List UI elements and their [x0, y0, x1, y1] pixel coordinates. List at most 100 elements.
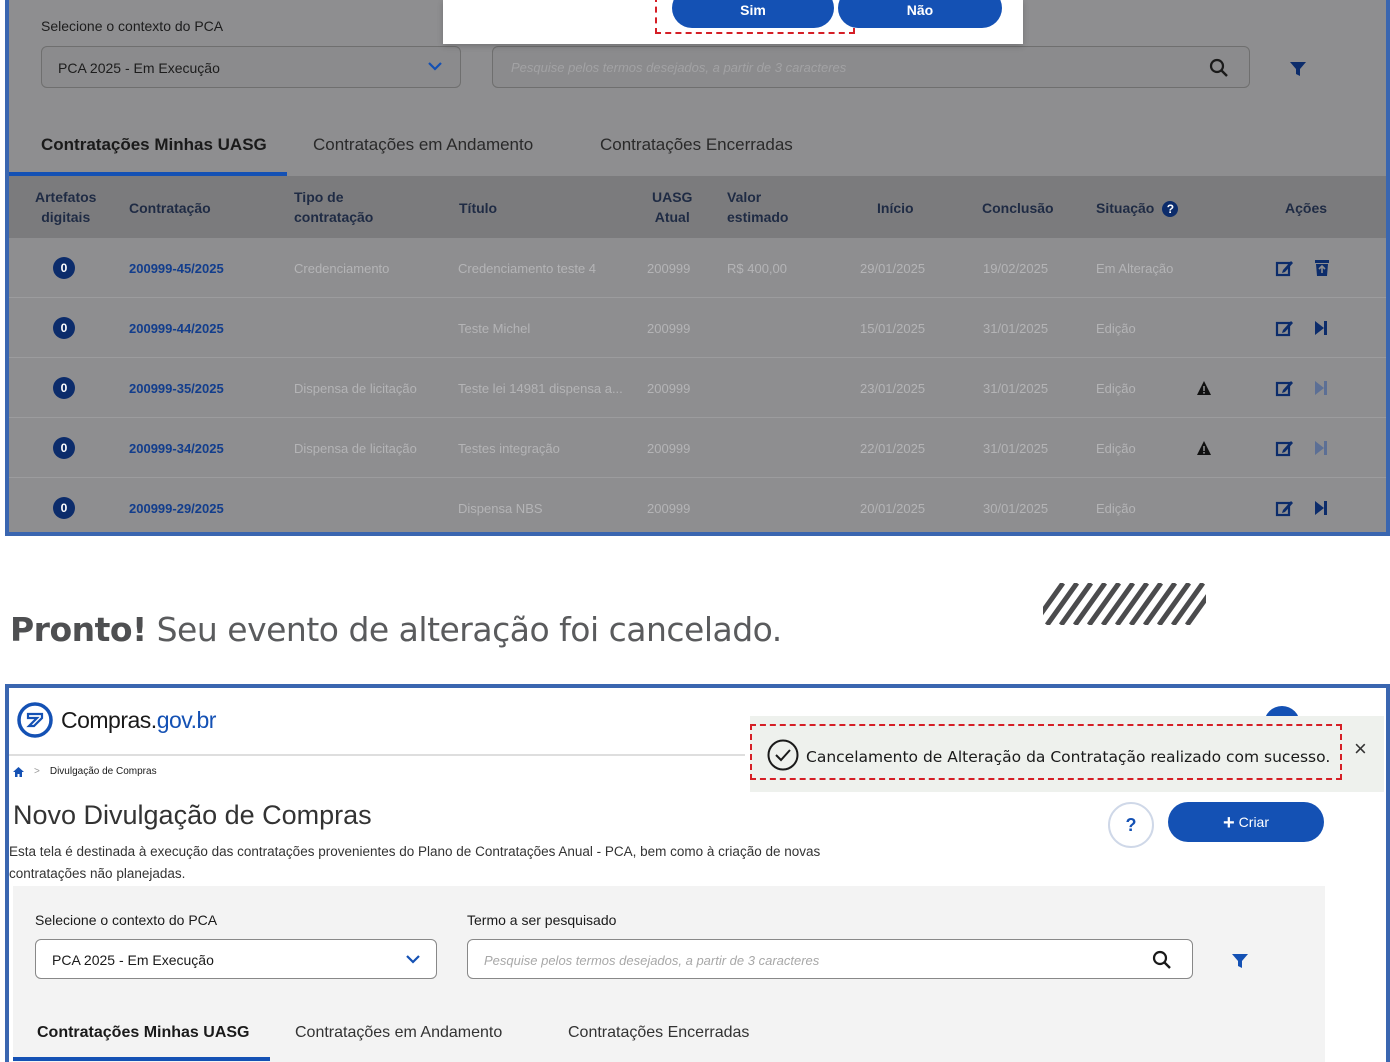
conclusao-cell: 19/02/2025: [983, 261, 1049, 276]
search-icon[interactable]: [1152, 950, 1172, 970]
table-row: 0 200999-34/2025 Dispensa de licitação T…: [9, 418, 1386, 478]
filter-area: Selecione o contexto do PCA Termo a ser …: [13, 886, 1325, 1004]
search-input[interactable]: Pesquise pelos termos desejados, a parti…: [492, 46, 1250, 88]
header-divider: [9, 754, 745, 756]
conclusao-cell: 30/01/2025: [983, 501, 1049, 516]
artifacts-badge[interactable]: 0: [53, 257, 75, 279]
yes-button[interactable]: Sim: [672, 0, 834, 28]
tab-minhas-uasg[interactable]: Contratações Minhas UASG: [37, 1024, 249, 1042]
edit-icon[interactable]: [1275, 438, 1295, 458]
uasg-cell: 200999: [647, 261, 691, 276]
situacao-cell: Em Alteração: [1096, 261, 1174, 276]
plus-icon: +: [1222, 812, 1235, 834]
tab-encerradas[interactable]: Contratações Encerradas: [600, 135, 793, 155]
situacao-cell: Edição: [1096, 501, 1136, 516]
tab-bar: Contratações Minhas UASG Contratações em…: [9, 122, 1386, 176]
contratacao-link[interactable]: 200999-29/2025: [129, 501, 224, 516]
search-placeholder: Pesquise pelos termos desejados, a parti…: [511, 60, 847, 75]
chevron-down-icon: [428, 62, 442, 71]
table-row: 0 200999-45/2025 Credenciamento Credenci…: [9, 238, 1386, 298]
check-circle-icon: [767, 739, 799, 771]
active-tab-underline: [13, 1057, 270, 1061]
situacao-cell: Edição: [1096, 441, 1136, 456]
delete-icon[interactable]: [1313, 258, 1331, 278]
contratacao-link[interactable]: 200999-44/2025: [129, 321, 224, 336]
edit-icon[interactable]: [1275, 318, 1295, 338]
hatch-decoration: [1043, 583, 1206, 625]
edit-icon[interactable]: [1275, 378, 1295, 398]
titulo-cell: Credenciamento teste 4: [458, 261, 597, 276]
warning-icon: [1197, 441, 1211, 455]
forward-icon[interactable]: [1313, 318, 1329, 338]
breadcrumb-current[interactable]: Divulgação de Compras: [50, 766, 157, 777]
search-label: Termo a ser pesquisado: [467, 912, 617, 928]
status-message-bold: Pronto!: [10, 610, 147, 649]
table-row: 0 200999-29/2025 Dispensa NBS 200999 20/…: [9, 478, 1386, 532]
no-button[interactable]: Não: [838, 0, 1002, 28]
col-inicio: Início: [877, 200, 914, 216]
tipo-cell: Credenciamento: [294, 261, 390, 276]
forward-icon[interactable]: [1313, 378, 1329, 398]
valor-cell: R$ 400,00: [727, 261, 787, 276]
search-icon[interactable]: [1209, 58, 1229, 78]
context-select[interactable]: PCA 2025 - Em Execução: [35, 939, 437, 979]
tipo-cell: Dispensa de licitação: [294, 441, 417, 456]
context-label: Selecione o contexto do PCA: [41, 18, 224, 34]
tab-em-andamento[interactable]: Contratações em Andamento: [295, 1024, 502, 1042]
titulo-cell: Testes integração: [458, 441, 560, 456]
forward-icon[interactable]: [1313, 438, 1329, 458]
edit-icon[interactable]: [1275, 498, 1295, 518]
filter-icon[interactable]: [1231, 952, 1249, 970]
inicio-cell: 23/01/2025: [860, 381, 926, 396]
context-select[interactable]: PCA 2025 - Em Execução: [41, 46, 461, 88]
table-header: Artefatos digitais Contratação Tipo de con…: [9, 176, 1386, 238]
table-row: 0 200999-35/2025 Dispensa de licitação T…: [9, 358, 1386, 418]
success-toast: Cancelamento de Alteração da Contratação…: [750, 716, 1384, 792]
help-button[interactable]: ?: [1108, 802, 1154, 848]
titulo-cell: Dispensa NBS: [458, 501, 543, 516]
brand-logo-icon: [17, 702, 53, 738]
col-uasg: UASG Atual: [652, 189, 693, 225]
artifacts-badge[interactable]: 0: [53, 317, 75, 339]
inicio-cell: 20/01/2025: [860, 501, 926, 516]
search-input[interactable]: Pesquise pelos termos desejados, a parti…: [467, 939, 1193, 979]
tipo-cell: Dispensa de licitação: [294, 381, 417, 396]
col-contratacao: Contratação: [129, 200, 211, 216]
conclusao-cell: 31/01/2025: [983, 321, 1049, 336]
uasg-cell: 200999: [647, 441, 691, 456]
breadcrumb-separator: >: [34, 766, 40, 777]
forward-icon[interactable]: [1313, 498, 1329, 518]
contratacao-link[interactable]: 200999-35/2025: [129, 381, 224, 396]
inicio-cell: 15/01/2025: [860, 321, 926, 336]
tab-encerradas[interactable]: Contratações Encerradas: [568, 1024, 749, 1042]
tab-em-andamento[interactable]: Contratações em Andamento: [313, 135, 533, 155]
artifacts-badge[interactable]: 0: [53, 437, 75, 459]
status-message-text: Seu evento de alteração foi cancelado.: [146, 610, 783, 649]
conclusao-cell: 31/01/2025: [983, 381, 1049, 396]
situacao-cell: Edição: [1096, 321, 1136, 336]
help-icon[interactable]: ?: [1162, 201, 1179, 217]
tab-minhas-uasg[interactable]: Contratações Minhas UASG: [41, 135, 267, 155]
breadcrumb: > Divulgação de Compras: [13, 766, 157, 777]
top-screenshot: Selecione o contexto do PCA PCA 2025 - E…: [5, 0, 1390, 536]
close-icon[interactable]: ×: [1354, 736, 1367, 762]
brand[interactable]: Compras.gov.br: [15, 698, 216, 742]
toast-message: Cancelamento de Alteração da Contratação…: [806, 748, 1331, 766]
artifacts-badge[interactable]: 0: [53, 497, 75, 519]
filter-icon[interactable]: [1289, 60, 1307, 78]
uasg-cell: 200999: [647, 321, 691, 336]
col-acoes: Ações: [1285, 200, 1328, 216]
artifacts-badge[interactable]: 0: [53, 377, 75, 399]
context-label: Selecione o contexto do PCA: [35, 912, 218, 928]
col-artefatos: Artefatos digitais: [35, 189, 97, 225]
contratacao-link[interactable]: 200999-45/2025: [129, 261, 224, 276]
contratacao-link[interactable]: 200999-34/2025: [129, 441, 224, 456]
create-button[interactable]: + Criar: [1168, 802, 1324, 842]
titulo-cell: Teste Michel: [458, 321, 531, 336]
edit-icon[interactable]: [1275, 258, 1295, 278]
home-icon[interactable]: [13, 766, 24, 777]
conclusao-cell: 31/01/2025: [983, 441, 1049, 456]
col-tipo: Tipo de contratação: [294, 189, 374, 225]
context-value: PCA 2025 - Em Execução: [58, 60, 220, 76]
page-description: Esta tela é destinada à execução das con…: [9, 844, 821, 881]
